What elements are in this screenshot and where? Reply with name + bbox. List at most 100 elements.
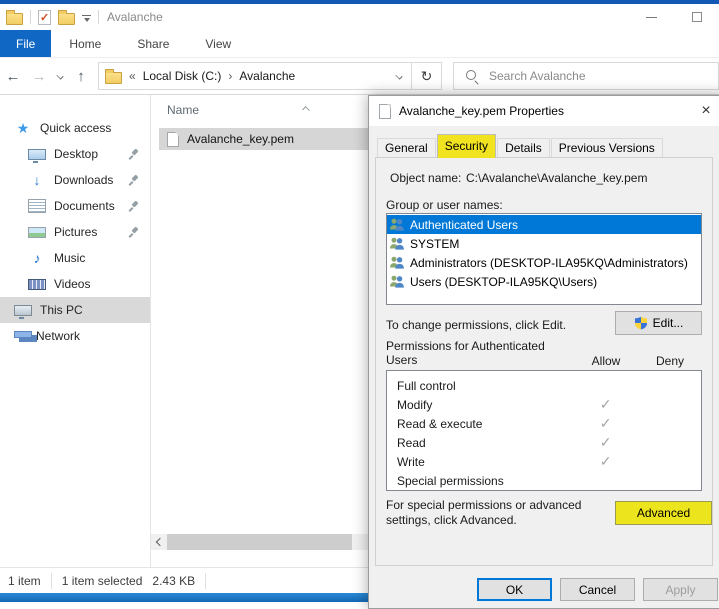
apply-button[interactable]: Apply (643, 578, 718, 601)
sidebar-item-icon (14, 305, 32, 316)
permission-row[interactable]: Modify (387, 395, 701, 414)
navigation-toolbar: ← → ↑ « Local Disk (C:) › Avalanche (0, 58, 719, 95)
group-name: SYSTEM (410, 237, 459, 251)
sidebar-item[interactable]: Network (0, 323, 150, 349)
breadcrumb-crumb-folder[interactable]: Avalanche (239, 69, 295, 83)
recent-locations-dropdown[interactable] (52, 63, 68, 89)
column-header-name[interactable]: Name (167, 103, 307, 117)
file-icon (379, 104, 391, 119)
navigation-pane: Quick access Desktop Downloads Documents (0, 95, 150, 567)
permission-row[interactable]: Read & execute (387, 414, 701, 433)
up-button[interactable]: ↑ (68, 63, 94, 89)
group-list-item[interactable]: Administrators (DESKTOP-ILA95KQ\Administ… (387, 253, 701, 272)
address-bar[interactable]: « Local Disk (C:) › Avalanche (98, 62, 412, 90)
sidebar-item-label: Music (54, 251, 85, 265)
sidebar-item-icon (28, 227, 46, 238)
cancel-button[interactable]: Cancel (560, 578, 635, 601)
edit-button[interactable]: Edit... (615, 311, 702, 335)
breadcrumb-collapse[interactable]: « (129, 69, 136, 83)
item-count: 1 item (8, 574, 41, 588)
sidebar-item[interactable]: Downloads (0, 167, 150, 193)
forward-button[interactable]: → (26, 63, 52, 89)
security-tab-panel: Object name: C:\Avalanche\Avalanche_key.… (375, 157, 713, 566)
group-list-item[interactable]: Authenticated Users (387, 215, 701, 234)
uac-shield-icon (634, 316, 648, 330)
ribbon-tab[interactable]: View (187, 30, 249, 57)
pin-icon (128, 174, 140, 186)
ribbon-tab[interactable]: Home (51, 30, 119, 57)
minimize-icon (646, 17, 657, 18)
dialog-tab[interactable]: Previous Versions (551, 138, 663, 158)
breadcrumb-crumb-drive[interactable]: Local Disk (C:) (143, 69, 222, 83)
column-header-label: Name (167, 103, 199, 117)
dialog-tab-label: General (385, 141, 428, 155)
dialog-tab[interactable]: Details (497, 138, 550, 158)
scroll-left-arrow[interactable] (151, 534, 167, 550)
sidebar-item-icon (28, 250, 46, 266)
permissions-list[interactable]: Full control Modify Read & execute (386, 370, 702, 491)
refresh-button[interactable] (412, 62, 442, 90)
dialog-button-row: OK Cancel Apply (369, 578, 719, 602)
sidebar-item-label: Pictures (54, 225, 97, 239)
sidebar-item-icon (28, 199, 46, 213)
sidebar-item[interactable]: Quick access (0, 115, 150, 141)
dialog-close-button[interactable]: × (689, 96, 719, 126)
dialog-tab[interactable]: General (377, 138, 436, 158)
dialog-tab[interactable]: Security (437, 134, 496, 158)
sidebar-item-label: Documents (54, 199, 115, 213)
qat-properties-icon[interactable] (38, 10, 51, 25)
advanced-button[interactable]: Advanced (615, 501, 712, 525)
edit-hint: To change permissions, click Edit. (386, 318, 566, 332)
pin-icon (128, 200, 140, 212)
apply-button-label: Apply (665, 583, 695, 597)
ok-button[interactable]: OK (477, 578, 552, 601)
maximize-icon (692, 12, 702, 22)
selection-count: 1 item selected (62, 574, 143, 588)
sidebar-item[interactable]: Documents (0, 193, 150, 219)
group-names-list[interactable]: Authenticated Users SYSTEM (386, 213, 702, 305)
search-box[interactable] (453, 62, 719, 90)
window-title: Avalanche (107, 10, 163, 24)
minimize-button[interactable] (629, 4, 674, 30)
back-button[interactable]: ← (0, 63, 26, 89)
sidebar-item-label: Network (36, 329, 80, 343)
dialog-title: Avalanche_key.pem Properties (399, 104, 564, 118)
sidebar-item-label: This PC (40, 303, 83, 317)
dialog-tab-label: Details (505, 141, 542, 155)
permission-name: Modify (387, 398, 574, 412)
allow-checkmark-icon (600, 398, 612, 412)
qat-new-folder-icon[interactable] (58, 13, 75, 25)
user-group-icon (389, 255, 405, 270)
divider (30, 10, 31, 24)
permission-row[interactable]: Write (387, 452, 701, 471)
permission-row[interactable]: Read (387, 433, 701, 452)
group-list-item[interactable]: Users (DESKTOP-ILA95KQ\Users) (387, 272, 701, 291)
search-input[interactable] (489, 69, 639, 83)
file-row[interactable]: Avalanche_key.pem (159, 128, 369, 150)
permission-row[interactable]: Special permissions (387, 471, 701, 490)
sidebar-item[interactable]: Videos (0, 271, 150, 297)
close-icon: × (701, 102, 710, 120)
sidebar-item[interactable]: This PC (0, 297, 150, 323)
maximize-button[interactable] (674, 4, 719, 30)
ribbon-tab[interactable]: Share (119, 30, 187, 57)
permissions-header: Permissions for Authenticated Users Allo… (386, 340, 702, 368)
sidebar-item-icon (28, 279, 46, 290)
search-icon (466, 70, 479, 83)
ok-button-label: OK (506, 583, 523, 597)
breadcrumb-separator[interactable]: › (228, 69, 232, 83)
sidebar-item-label: Quick access (40, 121, 111, 135)
address-dropdown[interactable] (387, 73, 411, 80)
group-list-item[interactable]: SYSTEM (387, 234, 701, 253)
group-name: Administrators (DESKTOP-ILA95KQ\Administ… (410, 256, 688, 270)
divider (98, 10, 99, 24)
permission-row[interactable]: Full control (387, 376, 701, 395)
sidebar-item[interactable]: Pictures (0, 219, 150, 245)
sidebar-item[interactable]: Desktop (0, 141, 150, 167)
divider (205, 573, 206, 589)
sidebar-item[interactable]: Music (0, 245, 150, 271)
dialog-tab-label: Previous Versions (559, 141, 655, 155)
qat-customize-icon[interactable] (82, 15, 91, 22)
ribbon-tab[interactable]: File (0, 30, 51, 57)
scrollbar-thumb[interactable] (167, 534, 352, 550)
